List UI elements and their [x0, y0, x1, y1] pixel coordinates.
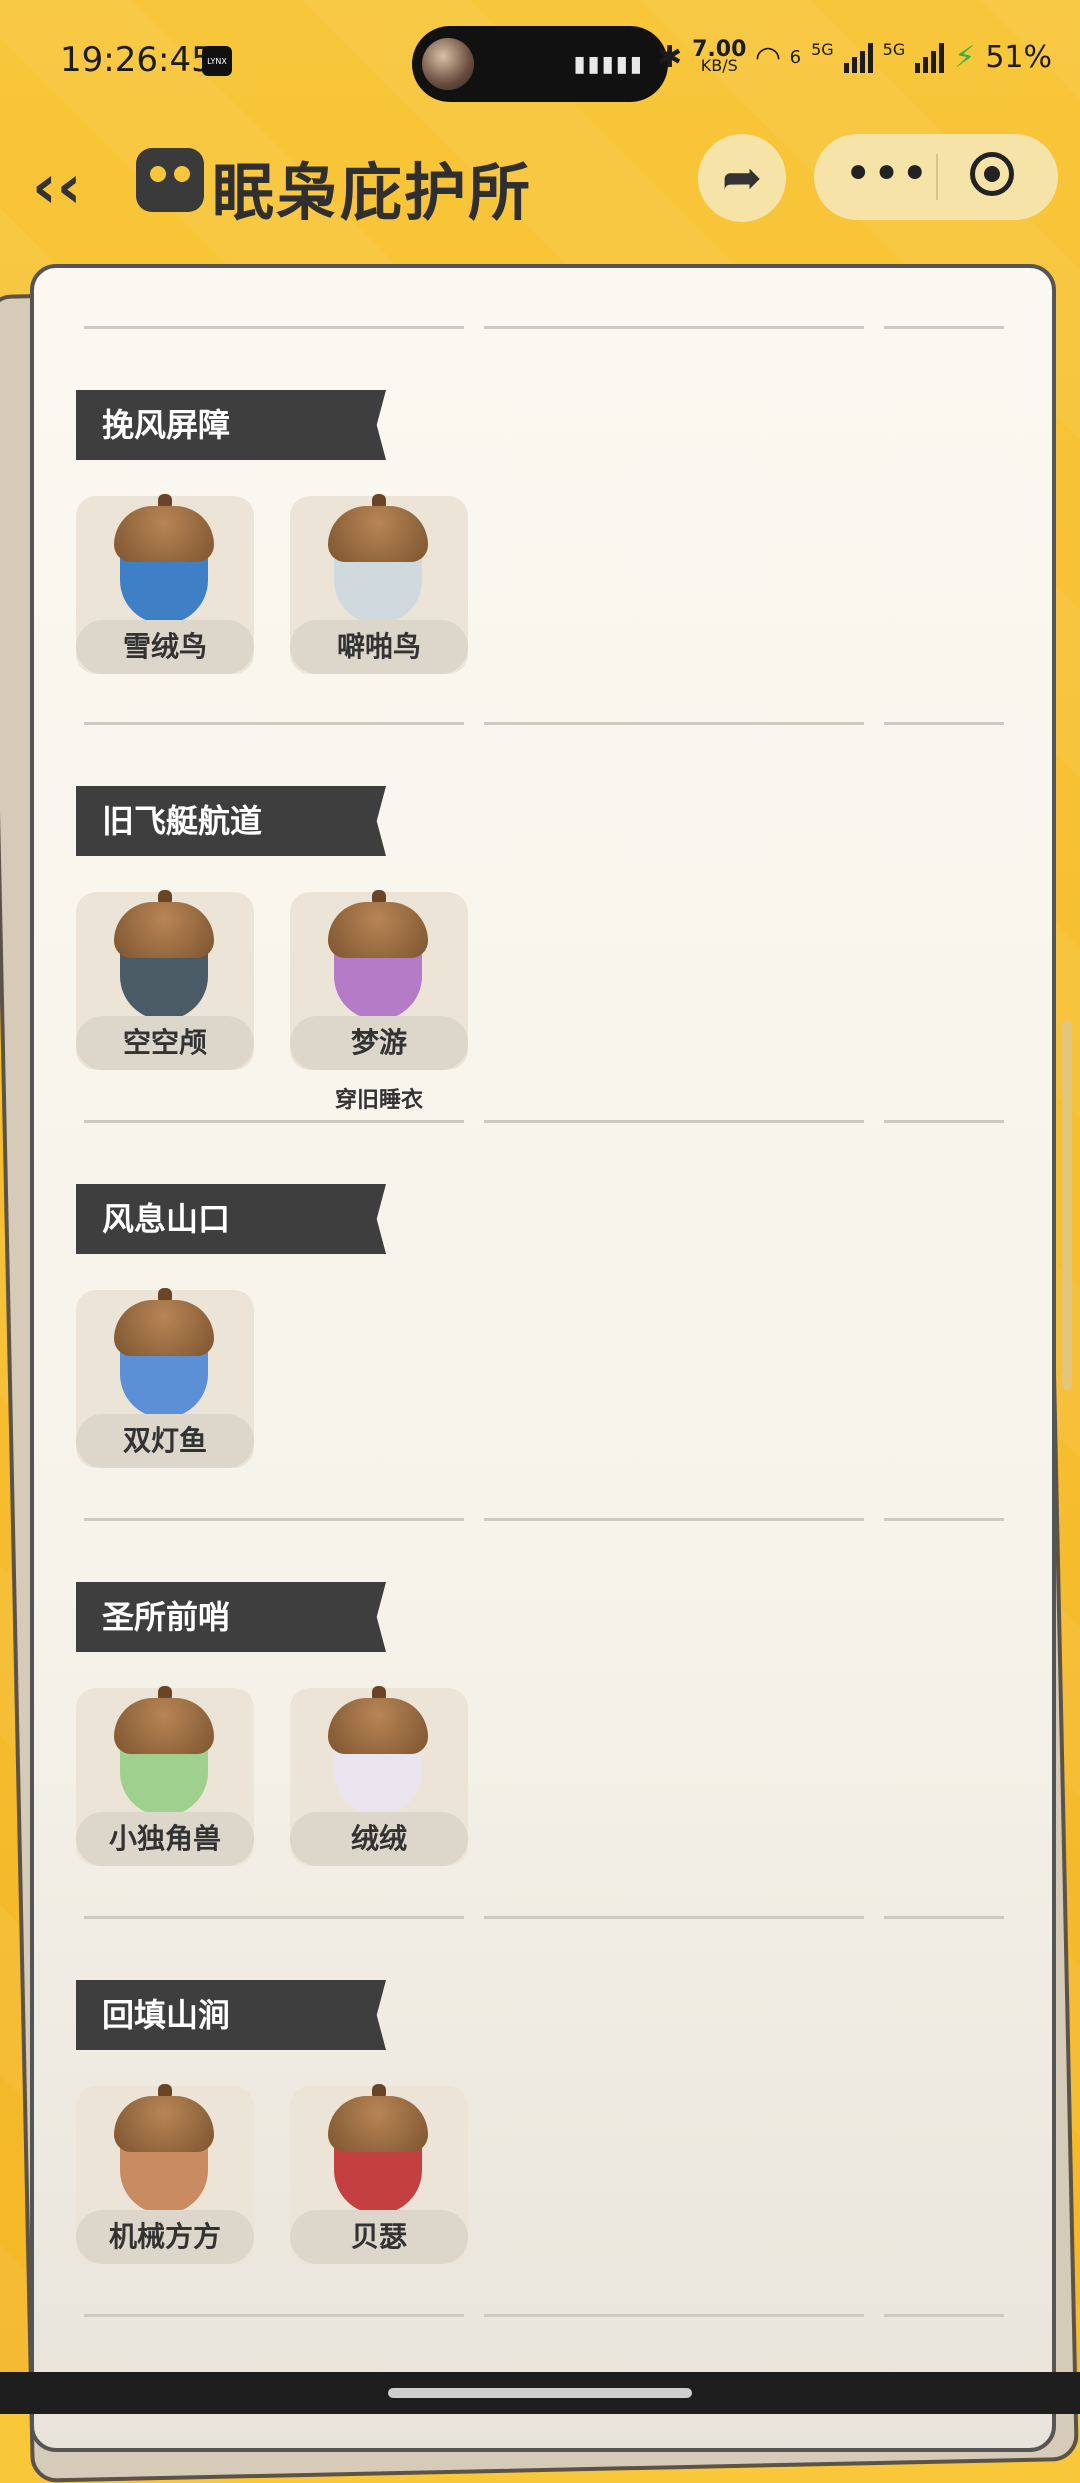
creature-name: 梦游 [290, 1016, 468, 1070]
divider [84, 1120, 1004, 1123]
status-bar: 19:26:45 LYNX ▮▮▮▮▮ ✱ 7.00 KB/S ◜◝ 6 5G … [0, 0, 1080, 130]
creature-name: 贝瑟 [290, 2210, 468, 2264]
status-time: 19:26:45 [60, 40, 213, 80]
creature-card[interactable]: 小独角兽 [76, 1686, 254, 1866]
creature-card[interactable]: 绒绒 [290, 1686, 468, 1866]
sim1-label: 5G [811, 40, 834, 59]
acorn-icon [328, 494, 428, 626]
acorn-icon [328, 1686, 428, 1818]
media-avatar-icon [422, 38, 474, 90]
section-sanctuary-outpost: 圣所前哨 小独角兽 绒绒 [76, 1582, 1006, 1872]
section-title: 风息山口 [76, 1184, 386, 1254]
scrollbar[interactable] [1062, 1020, 1072, 1390]
signal-icon-2 [915, 42, 945, 73]
divider [84, 722, 1004, 725]
home-indicator[interactable] [388, 2388, 692, 2398]
acorn-icon [114, 1686, 214, 1818]
navigation-bar [0, 2372, 1080, 2414]
section-old-airship-route: 旧飞艇航道 空空颅 梦游 穿旧睡衣 [76, 786, 1006, 1113]
section-title: 挽风屏障 [76, 390, 386, 460]
capsule-divider [936, 154, 938, 200]
page-title: 眠枭庇护所 [212, 156, 533, 229]
section-wind-barrier: 挽风屏障 雪绒鸟 噼啪鸟 [76, 390, 1006, 680]
creature-card[interactable]: 噼啪鸟 [290, 494, 468, 674]
creature-name: 空空颅 [76, 1016, 254, 1070]
acorn-icon [328, 2084, 428, 2216]
section-wind-pass: 风息山口 双灯鱼 [76, 1184, 1006, 1474]
more-options-icon[interactable]: ••• [844, 146, 929, 202]
acorn-icon [114, 890, 214, 1022]
wifi-icon: ◜◝ [756, 40, 780, 75]
divider [84, 1916, 1004, 1919]
battery-level: 51% [985, 40, 1052, 75]
net-speed: 7.00 KB/S [692, 38, 746, 74]
divider [84, 2314, 1004, 2317]
location-panel: 挽风屏障 雪绒鸟 噼啪鸟 旧飞艇航道 空空颅 梦游 穿旧睡衣 风息山口 双灯鱼 … [30, 264, 1056, 2452]
close-miniprogram-icon[interactable] [970, 152, 1014, 196]
share-button[interactable]: ➦ [698, 134, 786, 222]
owl-logo-icon [136, 148, 204, 212]
creature-card[interactable]: 贝瑟 [290, 2084, 468, 2264]
acorn-icon [114, 1288, 214, 1420]
creature-card[interactable]: 机械方方 [76, 2084, 254, 2264]
creature-note: 穿旧睡衣 [334, 1088, 423, 1113]
signal-icon [843, 42, 873, 73]
section-backfill-gorge: 回填山涧 机械方方 贝瑟 [76, 1980, 1006, 2270]
bluetooth-icon: ✱ [656, 40, 683, 75]
creature-name: 绒绒 [290, 1812, 468, 1866]
app-header: ‹‹ 眠枭庇护所 ➦ ••• [0, 130, 1080, 230]
share-icon: ➦ [721, 150, 763, 206]
section-title: 圣所前哨 [76, 1582, 386, 1652]
dynamic-island[interactable]: ▮▮▮▮▮ [412, 26, 668, 102]
acorn-icon [328, 890, 428, 1022]
charging-icon: ⚡ [954, 40, 976, 75]
creature-name: 小独角兽 [76, 1812, 254, 1866]
status-icons: ✱ 7.00 KB/S ◜◝ 6 5G 5G ⚡ 51% [656, 38, 1052, 75]
sim2-label: 5G [882, 40, 906, 59]
app-indicator-icon: LYNX [202, 46, 232, 76]
creature-name: 噼啪鸟 [290, 620, 468, 674]
acorn-icon [114, 494, 214, 626]
creature-card[interactable]: 梦游 [290, 890, 468, 1070]
section-title: 回填山涧 [76, 1980, 386, 2050]
wifi-number: 6 [789, 47, 802, 68]
miniprogram-capsule: ••• [814, 134, 1058, 220]
section-title: 旧飞艇航道 [76, 786, 386, 856]
divider [84, 1518, 1004, 1521]
creature-name: 双灯鱼 [76, 1414, 254, 1468]
creature-card[interactable]: 雪绒鸟 [76, 494, 254, 674]
divider [84, 326, 1004, 329]
acorn-icon [114, 2084, 214, 2216]
creature-name: 雪绒鸟 [76, 620, 254, 674]
back-icon[interactable]: ‹‹ [32, 152, 81, 222]
audio-wave-icon: ▮▮▮▮▮ [573, 52, 644, 77]
creature-card[interactable]: 双灯鱼 [76, 1288, 254, 1468]
creature-card[interactable]: 空空颅 [76, 890, 254, 1070]
creature-name: 机械方方 [76, 2210, 254, 2264]
